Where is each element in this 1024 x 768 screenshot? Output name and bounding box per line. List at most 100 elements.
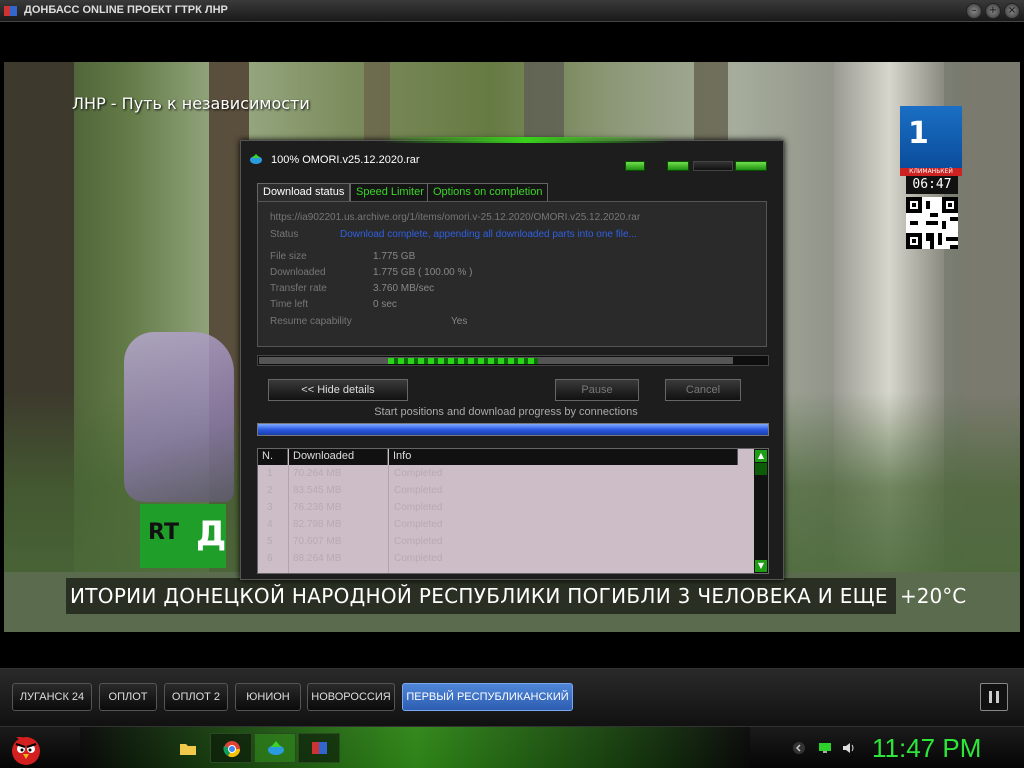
taskbar-player[interactable] xyxy=(298,733,340,763)
download-progress-bar xyxy=(257,355,769,366)
column-header-n[interactable]: N. xyxy=(258,449,288,465)
top-spacer xyxy=(0,22,1024,62)
maximize-button[interactable]: + xyxy=(985,3,1001,19)
taskbar-explorer[interactable] xyxy=(166,733,208,763)
taskbar-download-manager[interactable] xyxy=(254,733,296,763)
connections-label: Start positions and download progress by… xyxy=(374,406,638,418)
tab-options-on-completion[interactable]: Options on completion xyxy=(427,183,549,201)
column-separator xyxy=(288,465,289,573)
volume-icon[interactable] xyxy=(842,741,856,755)
table-cell-info: Completed xyxy=(394,536,443,547)
table-cell-downloaded: 76.236 MB xyxy=(293,502,342,513)
channel-button-novorossiya[interactable]: НОВОРОССИЯ xyxy=(307,683,395,711)
downloaded-value: 1.775 GB ( 100.00 % ) xyxy=(373,267,473,278)
close-button[interactable]: × xyxy=(1004,3,1020,19)
player-icon xyxy=(312,742,327,754)
channel-logo: 1 xyxy=(900,106,962,168)
dialog-glow xyxy=(381,137,671,143)
app-icon xyxy=(4,6,17,16)
table-cell-downloaded: 88.264 MB xyxy=(293,553,342,564)
column-header-downloaded[interactable]: Downloaded xyxy=(289,449,388,465)
table-cell-info: Completed xyxy=(394,468,443,479)
temperature: +20°C xyxy=(900,584,967,608)
taskbar: 11:47 PM xyxy=(0,726,1024,768)
time-left-label: Time left xyxy=(270,299,308,310)
dialog-minimize-button[interactable] xyxy=(667,161,689,171)
rt-logo: RT Д xyxy=(140,504,226,568)
connections-progress-bar xyxy=(257,423,769,436)
connections-table: N. Downloaded Info 1 70.264 MB Completed… xyxy=(257,448,769,574)
dialog-titlebar: 100% OMORI.v25.12.2020.rar xyxy=(241,149,785,171)
channel-button-oplot[interactable]: ОПЛОТ xyxy=(99,683,157,711)
channel-bar: ЛУГАНСК 24 ОПЛОТ ОПЛОТ 2 ЮНИОН НОВОРОССИ… xyxy=(0,668,1024,726)
person-figure xyxy=(124,332,234,502)
time-left-value: 0 sec xyxy=(373,299,397,310)
transfer-rate-label: Transfer rate xyxy=(270,283,327,294)
table-cell-info: Completed xyxy=(394,553,443,564)
table-cell-n: 5 xyxy=(267,536,273,547)
transfer-rate-value: 3.760 MB/sec xyxy=(373,283,435,294)
download-url: https://ia902201.us.archive.org/1/items/… xyxy=(270,212,641,223)
tray-expand-icon[interactable] xyxy=(792,741,806,755)
taskbar-clock[interactable]: 11:47 PM xyxy=(872,733,981,764)
download-dialog: 100% OMORI.v25.12.2020.rar Download stat… xyxy=(240,137,785,580)
download-manager-icon xyxy=(268,741,284,755)
table-cell-downloaded: 70.264 MB xyxy=(293,468,342,479)
file-size-value: 1.775 GB xyxy=(373,251,416,262)
channel-logo-mark: 1 xyxy=(908,116,929,151)
table-cell-info: Completed xyxy=(394,485,443,496)
folder-icon xyxy=(180,744,196,755)
scroll-up-icon[interactable]: ▲ xyxy=(755,450,767,462)
download-status-panel: https://ia902201.us.archive.org/1/items/… xyxy=(257,201,767,347)
cancel-button[interactable]: Cancel xyxy=(665,379,741,401)
table-cell-n: 1 xyxy=(267,468,273,479)
table-cell-downloaded: 83.545 MB xyxy=(293,485,342,496)
news-ticker: ИТОРИИ ДОНЕЦКОЙ НАРОДНОЙ РЕСПУБЛИКИ ПОГИ… xyxy=(66,578,896,614)
table-scrollbar[interactable]: ▲ ▼ xyxy=(754,449,768,573)
resume-capability-label: Resume capability xyxy=(270,316,352,327)
scroll-down-icon[interactable]: ▼ xyxy=(755,560,767,572)
network-icon[interactable] xyxy=(818,741,832,755)
hide-details-button[interactable]: << Hide details xyxy=(268,379,408,401)
news-ticker-text: ИТОРИИ ДОНЕЦКОЙ НАРОДНОЙ РЕСПУБЛИКИ ПОГИ… xyxy=(70,584,896,608)
channel-button-lugansk-24[interactable]: ЛУГАНСК 24 xyxy=(12,683,92,711)
window-titlebar: ДОНБАСС ONLINE ПРОЕКТ ГТРК ЛНР – + × xyxy=(0,0,1024,22)
table-cell-n: 6 xyxy=(267,553,273,564)
tab-download-status[interactable]: Download status xyxy=(257,183,351,202)
column-separator xyxy=(388,465,389,573)
dialog-close-button[interactable] xyxy=(735,161,767,171)
download-manager-icon xyxy=(250,154,262,164)
column-header-info[interactable]: Info xyxy=(389,449,738,465)
tab-speed-limiter[interactable]: Speed Limiter xyxy=(350,183,430,201)
minimize-button[interactable]: – xyxy=(966,3,982,19)
channel-logo-strip: КЛИМАНЬКЕЙ xyxy=(900,168,962,176)
table-cell-info: Completed xyxy=(394,519,443,530)
status-label: Status xyxy=(270,229,299,240)
pause-button[interactable]: Pause xyxy=(555,379,639,401)
table-cell-n: 2 xyxy=(267,485,273,496)
channel-button-oplot-2[interactable]: ОПЛОТ 2 xyxy=(164,683,228,711)
resume-capability-value: Yes xyxy=(451,316,468,327)
table-cell-n: 3 xyxy=(267,502,273,513)
table-cell-downloaded: 82.798 MB xyxy=(293,519,342,530)
channel-button-pervyi-respublikanskiy[interactable]: ПЕРВЫЙ РЕСПУБЛИКАНСКИЙ xyxy=(402,683,573,711)
scroll-thumb[interactable] xyxy=(755,463,767,475)
downloaded-label: Downloaded xyxy=(270,267,326,278)
channel-button-union[interactable]: ЮНИОН xyxy=(235,683,301,711)
file-size-label: File size xyxy=(270,251,307,262)
pause-icon[interactable] xyxy=(980,683,1008,711)
table-cell-n: 4 xyxy=(267,519,273,530)
rt-logo-letter: Д xyxy=(196,514,227,554)
qr-code-icon xyxy=(906,197,958,249)
start-button-angry-bird-icon[interactable] xyxy=(6,729,46,767)
status-value: Download complete, appending all downloa… xyxy=(340,229,637,240)
dialog-maximize-button[interactable] xyxy=(693,161,733,171)
dialog-restore-button[interactable] xyxy=(625,161,645,171)
table-cell-downloaded: 70.607 MB xyxy=(293,536,342,547)
download-progress-arrows xyxy=(388,358,538,364)
table-cell-info: Completed xyxy=(394,502,443,513)
dialog-title: 100% OMORI.v25.12.2020.rar xyxy=(271,154,420,166)
rt-logo-text: RT xyxy=(148,520,179,545)
taskbar-chrome[interactable] xyxy=(210,733,252,763)
channel-clock: 06:47 xyxy=(906,176,958,194)
